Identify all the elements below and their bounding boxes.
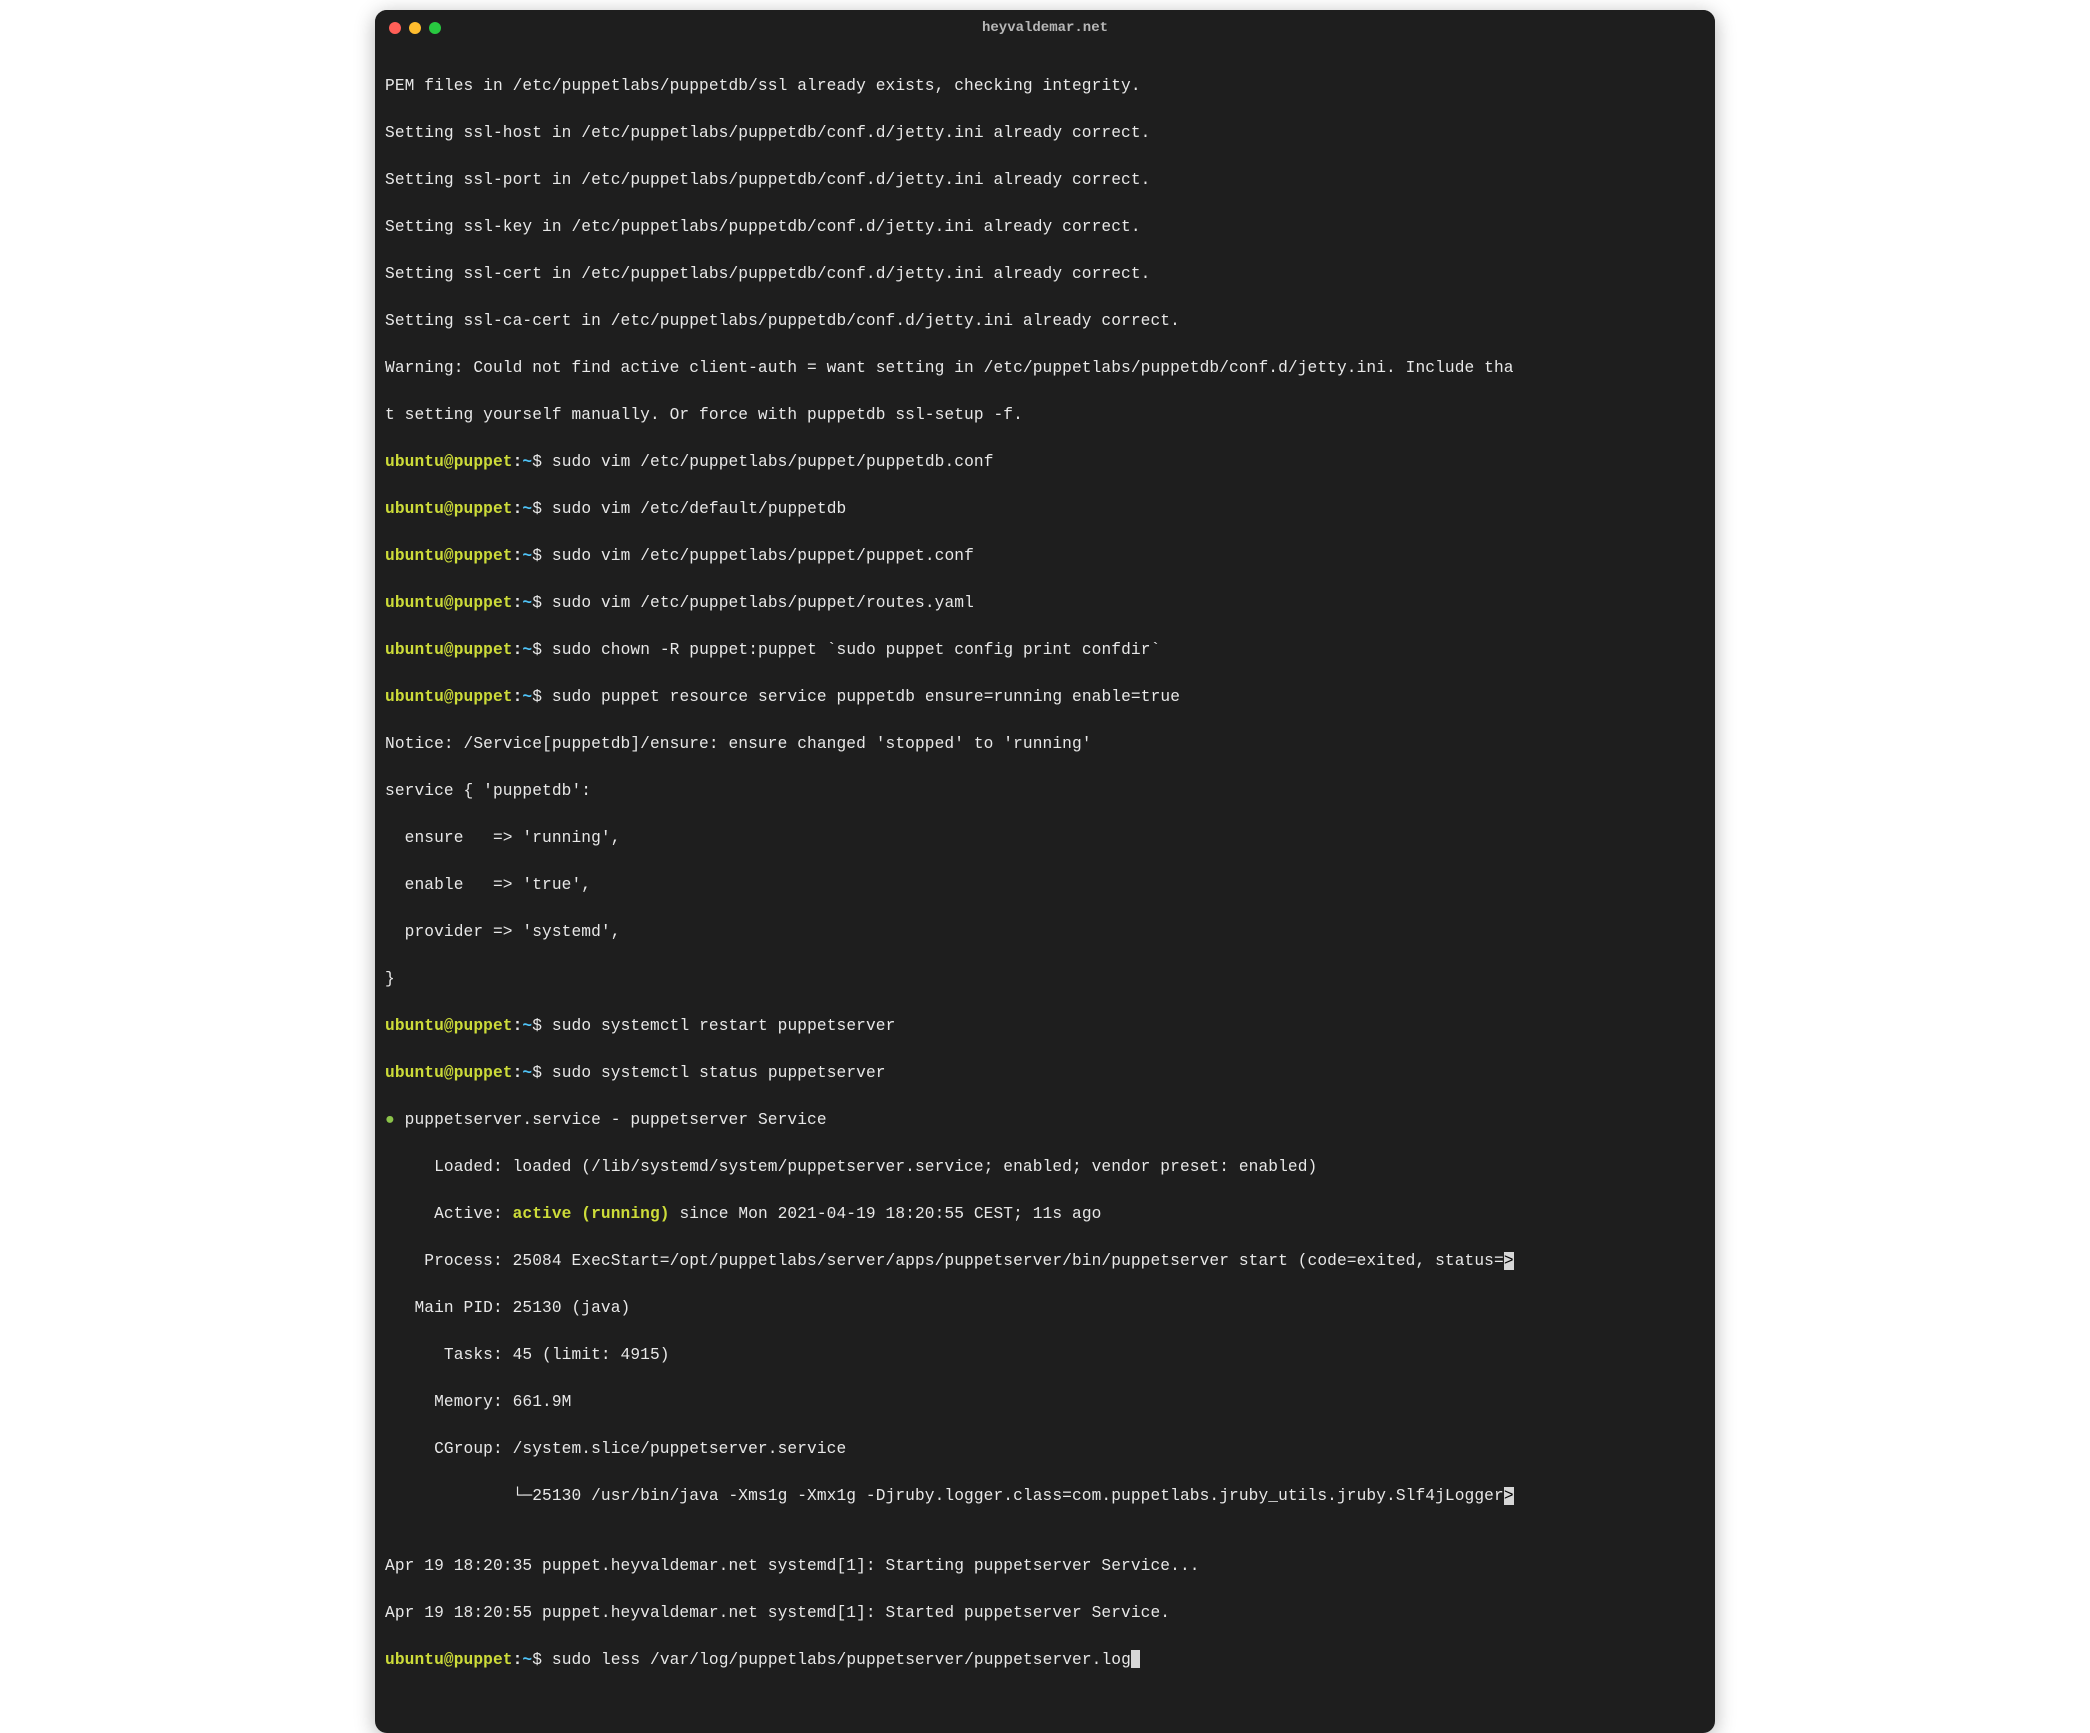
prompt-line: ubuntu@puppet:~$ sudo systemctl restart … (385, 1015, 1705, 1038)
service-name: puppetserver.service - puppetserver Serv… (395, 1111, 827, 1129)
prompt-user: ubuntu@puppet (385, 641, 513, 659)
prompt-line: ubuntu@puppet:~$ sudo vim /etc/default/p… (385, 498, 1705, 521)
prompt-symbol: $ (532, 453, 542, 471)
output-line: Setting ssl-port in /etc/puppetlabs/pupp… (385, 169, 1705, 192)
prompt-symbol: $ (532, 688, 542, 706)
prompt-line: ubuntu@puppet:~$ sudo vim /etc/puppetlab… (385, 451, 1705, 474)
traffic-lights (389, 22, 441, 34)
close-icon[interactable] (389, 22, 401, 34)
output-line: Process: 25084 ExecStart=/opt/puppetlabs… (385, 1250, 1705, 1273)
prompt-symbol: $ (532, 1017, 542, 1035)
prompt-sep: : (513, 1064, 523, 1082)
service-header-line: ● puppetserver.service - puppetserver Se… (385, 1109, 1705, 1132)
maximize-icon[interactable] (429, 22, 441, 34)
truncation-icon: > (1504, 1487, 1514, 1505)
output-line: t setting yourself manually. Or force wi… (385, 404, 1705, 427)
truncation-icon: > (1504, 1252, 1514, 1270)
prompt-line: ubuntu@puppet:~$ sudo puppet resource se… (385, 686, 1705, 709)
output-line: } (385, 968, 1705, 991)
output-line: ensure => 'running', (385, 827, 1705, 850)
command-text: sudo chown -R puppet:puppet `sudo puppet… (552, 641, 1160, 659)
output-line: enable => 'true', (385, 874, 1705, 897)
output-line: Setting ssl-ca-cert in /etc/puppetlabs/p… (385, 310, 1705, 333)
prompt-line: ubuntu@puppet:~$ sudo vim /etc/puppetlab… (385, 545, 1705, 568)
prompt-symbol: $ (532, 500, 542, 518)
output-line: Main PID: 25130 (java) (385, 1297, 1705, 1320)
output-line: Warning: Could not find active client-au… (385, 357, 1705, 380)
output-line: provider => 'systemd', (385, 921, 1705, 944)
prompt-user: ubuntu@puppet (385, 1064, 513, 1082)
prompt-user: ubuntu@puppet (385, 1651, 513, 1669)
prompt-sep: : (513, 1017, 523, 1035)
status-dot-icon: ● (385, 1111, 395, 1129)
prompt-line: ubuntu@puppet:~$ sudo less /var/log/pupp… (385, 1649, 1705, 1672)
prompt-sep: : (513, 1651, 523, 1669)
prompt-symbol: $ (532, 547, 542, 565)
titlebar: heyvaldemar.net (375, 10, 1715, 46)
prompt-line: ubuntu@puppet:~$ sudo chown -R puppet:pu… (385, 639, 1705, 662)
prompt-symbol: $ (532, 641, 542, 659)
prompt-sep: : (513, 453, 523, 471)
prompt-user: ubuntu@puppet (385, 1017, 513, 1035)
cursor-icon (1131, 1650, 1140, 1668)
command-text: sudo vim /etc/puppetlabs/puppet/routes.y… (552, 594, 974, 612)
command-text: sudo systemctl restart puppetserver (552, 1017, 896, 1035)
output-line: service { 'puppetdb': (385, 780, 1705, 803)
output-line: └─25130 /usr/bin/java -Xms1g -Xmx1g -Djr… (385, 1485, 1705, 1508)
window-title: heyvaldemar.net (982, 18, 1108, 38)
prompt-user: ubuntu@puppet (385, 688, 513, 706)
minimize-icon[interactable] (409, 22, 421, 34)
output-line: Apr 19 18:20:55 puppet.heyvaldemar.net s… (385, 1602, 1705, 1625)
active-suffix: since Mon 2021-04-19 18:20:55 CEST; 11s … (670, 1205, 1102, 1223)
prompt-path: ~ (522, 453, 532, 471)
prompt-sep: : (513, 688, 523, 706)
prompt-path: ~ (522, 1017, 532, 1035)
active-prefix: Active: (385, 1205, 513, 1223)
prompt-line: ubuntu@puppet:~$ sudo vim /etc/puppetlab… (385, 592, 1705, 615)
prompt-user: ubuntu@puppet (385, 547, 513, 565)
output-line: Loaded: loaded (/lib/systemd/system/pupp… (385, 1156, 1705, 1179)
output-line: Apr 19 18:20:35 puppet.heyvaldemar.net s… (385, 1555, 1705, 1578)
prompt-symbol: $ (532, 594, 542, 612)
output-line: CGroup: /system.slice/puppetserver.servi… (385, 1438, 1705, 1461)
prompt-sep: : (513, 547, 523, 565)
prompt-sep: : (513, 641, 523, 659)
active-status: active (running) (513, 1205, 670, 1223)
prompt-sep: : (513, 500, 523, 518)
prompt-path: ~ (522, 594, 532, 612)
prompt-symbol: $ (532, 1651, 542, 1669)
prompt-symbol: $ (532, 1064, 542, 1082)
output-line: Tasks: 45 (limit: 4915) (385, 1344, 1705, 1367)
prompt-path: ~ (522, 688, 532, 706)
output-line: PEM files in /etc/puppetlabs/puppetdb/ss… (385, 75, 1705, 98)
output-line: Setting ssl-host in /etc/puppetlabs/pupp… (385, 122, 1705, 145)
prompt-path: ~ (522, 1651, 532, 1669)
prompt-user: ubuntu@puppet (385, 453, 513, 471)
command-text: sudo less /var/log/puppetlabs/puppetserv… (552, 1651, 1131, 1669)
prompt-path: ~ (522, 641, 532, 659)
command-text: sudo systemctl status puppetserver (552, 1064, 886, 1082)
prompt-path: ~ (522, 500, 532, 518)
prompt-path: ~ (522, 1064, 532, 1082)
output-line: Setting ssl-key in /etc/puppetlabs/puppe… (385, 216, 1705, 239)
prompt-sep: : (513, 594, 523, 612)
command-text: sudo vim /etc/default/puppetdb (552, 500, 846, 518)
prompt-path: ~ (522, 547, 532, 565)
output-line: Notice: /Service[puppetdb]/ensure: ensur… (385, 733, 1705, 756)
service-active-line: Active: active (running) since Mon 2021-… (385, 1203, 1705, 1226)
terminal-window: heyvaldemar.net PEM files in /etc/puppet… (375, 10, 1715, 1733)
prompt-user: ubuntu@puppet (385, 500, 513, 518)
prompt-user: ubuntu@puppet (385, 594, 513, 612)
process-line: Process: 25084 ExecStart=/opt/puppetlabs… (385, 1252, 1504, 1270)
terminal-body[interactable]: PEM files in /etc/puppetlabs/puppetdb/ss… (375, 46, 1715, 1733)
prompt-line: ubuntu@puppet:~$ sudo systemctl status p… (385, 1062, 1705, 1085)
cgroup-child: └─25130 /usr/bin/java -Xms1g -Xmx1g -Djr… (385, 1487, 1504, 1505)
command-text: sudo vim /etc/puppetlabs/puppet/puppetdb… (552, 453, 994, 471)
command-text: sudo puppet resource service puppetdb en… (552, 688, 1180, 706)
output-line: Memory: 661.9M (385, 1391, 1705, 1414)
command-text: sudo vim /etc/puppetlabs/puppet/puppet.c… (552, 547, 974, 565)
output-line: Setting ssl-cert in /etc/puppetlabs/pupp… (385, 263, 1705, 286)
